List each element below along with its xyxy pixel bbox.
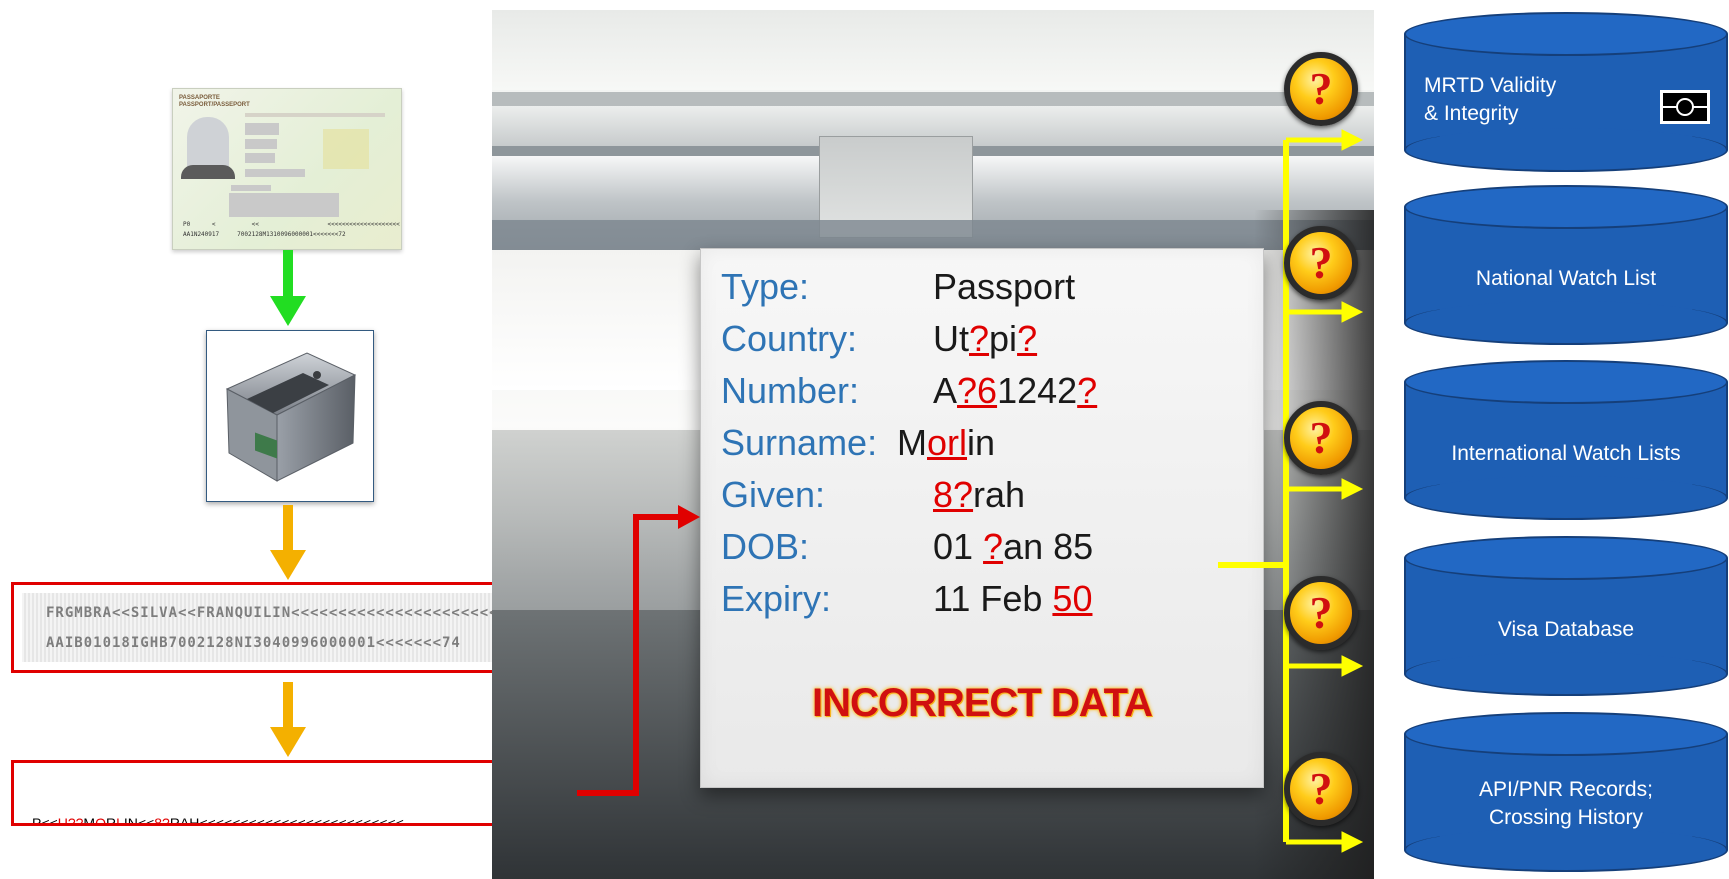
orange-arrow-icon xyxy=(270,682,306,757)
orange-arrow-icon xyxy=(270,505,306,580)
epassport-chip-icon xyxy=(1660,90,1710,124)
question-mark-icon: ? xyxy=(1284,52,1358,126)
database-label: International Watch Lists xyxy=(1451,442,1681,465)
database-api-pnr-records: API/PNR Records; Crossing History xyxy=(1404,712,1728,872)
question-mark-icon: ? xyxy=(1284,752,1358,826)
green-arrow-icon xyxy=(270,250,306,326)
database-international-watch-lists: International Watch Lists xyxy=(1404,360,1728,520)
database-visa: Visa Database xyxy=(1404,536,1728,696)
database-label: API/PNR Records; Crossing History xyxy=(1479,778,1653,829)
red-arrow-icon xyxy=(577,505,700,796)
question-mark-icon: ? xyxy=(1284,401,1358,475)
database-national-watch-list: National Watch List xyxy=(1404,185,1728,345)
database-label: Visa Database xyxy=(1497,618,1635,641)
database-mrtd-validity: MRTD Validity & Integrity xyxy=(1404,12,1728,172)
question-mark-icon: ? xyxy=(1284,226,1358,300)
database-label: National Watch List xyxy=(1475,267,1657,290)
question-mark-icon: ? xyxy=(1284,576,1358,650)
